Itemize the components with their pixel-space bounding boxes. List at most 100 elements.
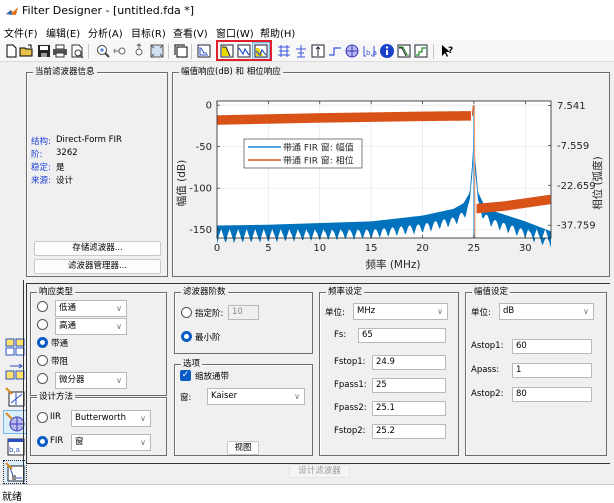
x-tick-label: 30 (519, 243, 532, 254)
differentiator-select-value: 微分器 (59, 375, 85, 385)
chevron-down-icon: ∨ (437, 307, 443, 316)
response-type-title: 响应类型 (37, 287, 76, 298)
save-icon[interactable] (36, 43, 52, 59)
menu-help[interactable]: 帮助(H) (260, 25, 295, 40)
y2-tick-label: -37.759 (557, 221, 596, 232)
design-filter-button[interactable]: 设计滤波器 (289, 464, 350, 478)
toolbar-separator (168, 44, 169, 59)
phase-delay-icon[interactable] (293, 43, 309, 59)
mag-units-value: dB (503, 306, 515, 316)
sidebar: b,a (0, 280, 27, 484)
chevron-down-icon: ∨ (583, 307, 589, 316)
coefficients-icon[interactable]: b,a (361, 43, 377, 59)
scale-passband-checkbox[interactable]: ✓ (180, 370, 191, 381)
differentiator-select[interactable]: 微分器 ∨ (55, 372, 127, 389)
menu-window[interactable]: 窗口(W) (216, 25, 254, 40)
lowpass-select[interactable]: 低通 ∨ (55, 300, 127, 317)
window-select[interactable]: Kaiser ∨ (207, 388, 305, 405)
stable-label: 稳定: (31, 163, 51, 173)
new-figure-icon[interactable] (173, 43, 189, 59)
astop2-input[interactable]: 80 (512, 387, 592, 402)
window-title: Filter Designer - [untitled.fda *] (22, 4, 195, 17)
store-filter-button[interactable]: 存储滤波器... (34, 241, 161, 256)
minimum-order-radio[interactable] (181, 331, 192, 342)
fir-method-select[interactable]: 窗 ∨ (71, 434, 151, 451)
fs-input[interactable]: 65 (358, 328, 446, 343)
specify-order-radio[interactable] (181, 307, 192, 318)
fstop1-input[interactable]: 24.9 (372, 355, 446, 370)
freq-units-select[interactable]: MHz ∨ (353, 303, 448, 320)
menu-file[interactable]: 文件(F) (4, 25, 38, 40)
options-title: 选项 (181, 359, 203, 370)
view-button[interactable]: 视图 (227, 441, 259, 455)
x-tick-label: 15 (365, 243, 378, 254)
magnitude-spec-title: 幅值设定 (472, 287, 511, 298)
design-filter-icon[interactable] (196, 43, 212, 59)
menu-targets[interactable]: 目标(R) (131, 25, 166, 40)
design-method-panel: 设计方法 IIR Butterworth ∨ FIR 窗 ∨ (30, 392, 167, 456)
frequency-spec-panel: 频率设定 单位: MHz ∨ Fs: 65 Fstop1: 24.9 Fpass1… (319, 287, 459, 456)
response-chart[interactable]: 0 5 10 15 20 25 30 0 -50 -100 -150 7.541 -7.559 -22.6… (173, 73, 609, 276)
response-type-panel: 响应类型 低通 ∨ 高通 ∨ 带通 带阻 微分器 ∨ (30, 287, 167, 396)
magnitude-estimate-icon[interactable] (396, 43, 412, 59)
step-response-icon[interactable] (327, 43, 343, 59)
pole-zero-icon[interactable] (344, 43, 360, 59)
fstop1-label: Fstop1: (334, 357, 366, 367)
bandpass-radio[interactable] (37, 337, 48, 348)
differentiator-radio[interactable] (37, 373, 48, 384)
whats-this-icon[interactable]: ? (439, 43, 455, 59)
print-preview-icon[interactable] (69, 43, 85, 59)
impulse-response-icon[interactable] (310, 43, 326, 59)
highpass-select-value: 高通 (59, 321, 77, 331)
fstop2-label: Fstop2: (334, 426, 366, 436)
y2-axis-label: 相位 (弧度) (591, 156, 604, 210)
y-axis-label: 幅值 (dB) (175, 160, 188, 206)
filter-info-icon[interactable] (379, 43, 395, 59)
iir-radio[interactable] (37, 412, 48, 423)
fir-label: FIR (50, 436, 64, 446)
zoom-x-icon[interactable] (113, 43, 129, 59)
legend-magnitude-label: 带通 FIR 窗: 幅值 (283, 142, 354, 154)
specify-order-input[interactable]: 10 (228, 305, 259, 320)
fpass2-input[interactable]: 25.1 (372, 401, 446, 416)
mag-units-select[interactable]: dB ∨ (499, 303, 594, 320)
round-off-noise-icon[interactable] (413, 43, 429, 59)
title-bar: Filter Designer - [untitled.fda *] (0, 0, 614, 22)
zoom-y-icon[interactable] (131, 43, 147, 59)
fir-radio[interactable] (37, 436, 48, 447)
fstop2-input[interactable]: 25.2 (372, 424, 446, 439)
menu-edit[interactable]: 编辑(E) (46, 25, 80, 40)
specify-order-label: 指定阶: (195, 309, 224, 319)
apass-input[interactable]: 1 (512, 363, 592, 378)
group-delay-icon[interactable] (276, 43, 292, 59)
filter-order-panel: 滤波器阶数 指定阶: 10 最小阶 (174, 287, 313, 354)
y2-tick-label: -7.559 (557, 141, 589, 152)
menu-analysis[interactable]: 分析(A) (88, 25, 123, 40)
y-tick-label: -150 (189, 225, 212, 236)
source-label: 来源: (31, 176, 51, 186)
x-tick-label: 0 (214, 243, 220, 254)
zoom-in-icon[interactable] (95, 43, 111, 59)
toolbar-separator (433, 44, 434, 59)
magnitude-spec-panel: 幅值设定 单位: dB ∨ Astop1: 60 Apass: 1 Astop2:… (465, 287, 607, 456)
full-view-icon[interactable] (149, 43, 165, 59)
bandstop-radio[interactable] (37, 355, 48, 366)
open-icon[interactable] (19, 43, 35, 59)
new-icon[interactable] (3, 43, 19, 59)
toolbar: b,a ? (0, 40, 614, 62)
filter-manager-button[interactable]: 滤波器管理器... (34, 259, 161, 274)
menu-bar: 文件(F) 编辑(E) 分析(A) 目标(R) 查看(V) 窗口(W) 帮助(H… (0, 22, 614, 40)
svg-text:b,a: b,a (9, 446, 20, 454)
scale-passband-label: 缩放通带 (195, 372, 230, 382)
design-method-title: 设计方法 (37, 392, 76, 403)
y-tick-label: 0 (206, 101, 212, 112)
lowpass-select-value: 低通 (59, 303, 77, 313)
print-icon[interactable] (52, 43, 68, 59)
highpass-select[interactable]: 高通 ∨ (55, 318, 127, 335)
lowpass-radio[interactable] (37, 301, 48, 312)
astop1-input[interactable]: 60 (512, 339, 592, 354)
fpass1-input[interactable]: 25 (372, 378, 446, 393)
highpass-radio[interactable] (37, 319, 48, 330)
iir-method-select[interactable]: Butterworth ∨ (71, 410, 151, 427)
menu-view[interactable]: 查看(V) (173, 25, 208, 40)
